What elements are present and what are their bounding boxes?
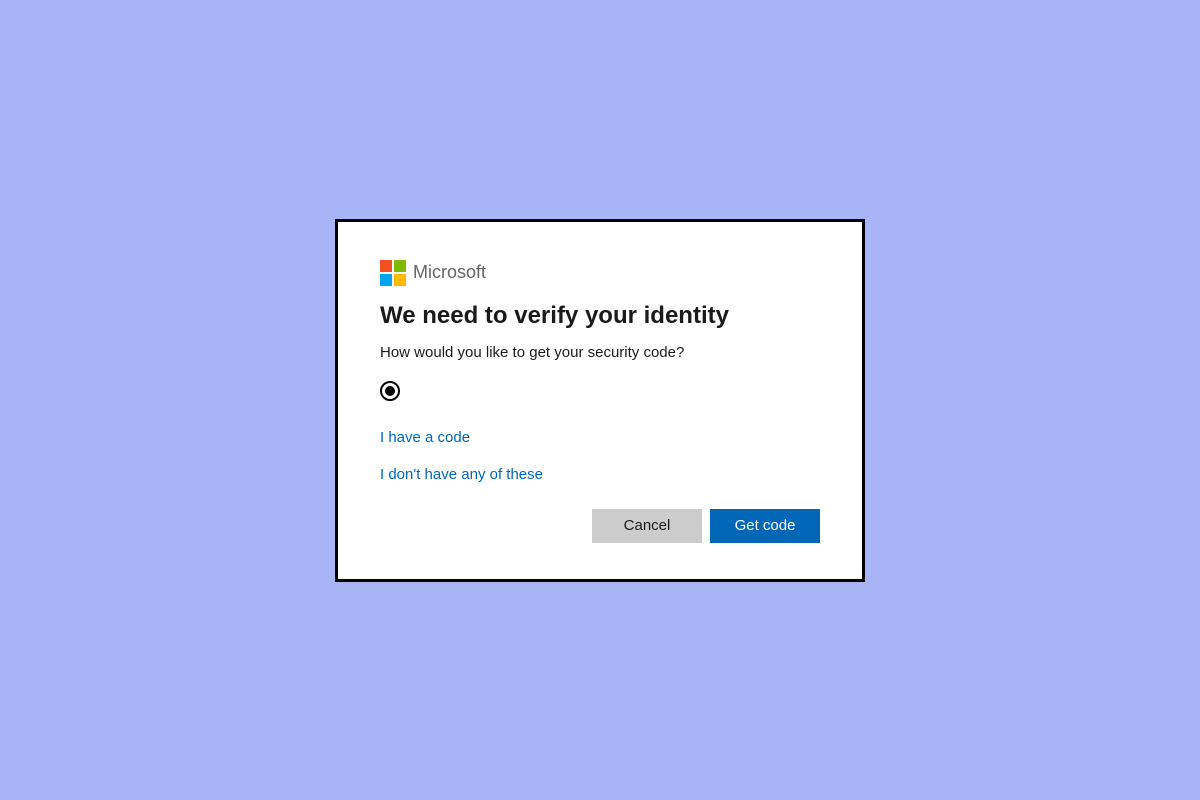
button-row: Cancel Get code <box>380 509 820 543</box>
get-code-button[interactable]: Get code <box>710 509 820 543</box>
cancel-button[interactable]: Cancel <box>592 509 702 543</box>
radio-selected-icon[interactable] <box>380 381 400 401</box>
brand-row: Microsoft <box>380 260 820 286</box>
dialog-heading: We need to verify your identity <box>380 302 820 330</box>
brand-label: Microsoft <box>413 262 486 283</box>
verification-option-row[interactable] <box>380 381 820 401</box>
microsoft-logo-icon <box>380 260 406 286</box>
have-code-link[interactable]: I have a code <box>380 429 470 446</box>
none-of-these-link[interactable]: I don't have any of these <box>380 466 543 483</box>
dialog-subtext: How would you like to get your security … <box>380 344 820 361</box>
verify-identity-dialog: Microsoft We need to verify your identit… <box>335 219 865 582</box>
